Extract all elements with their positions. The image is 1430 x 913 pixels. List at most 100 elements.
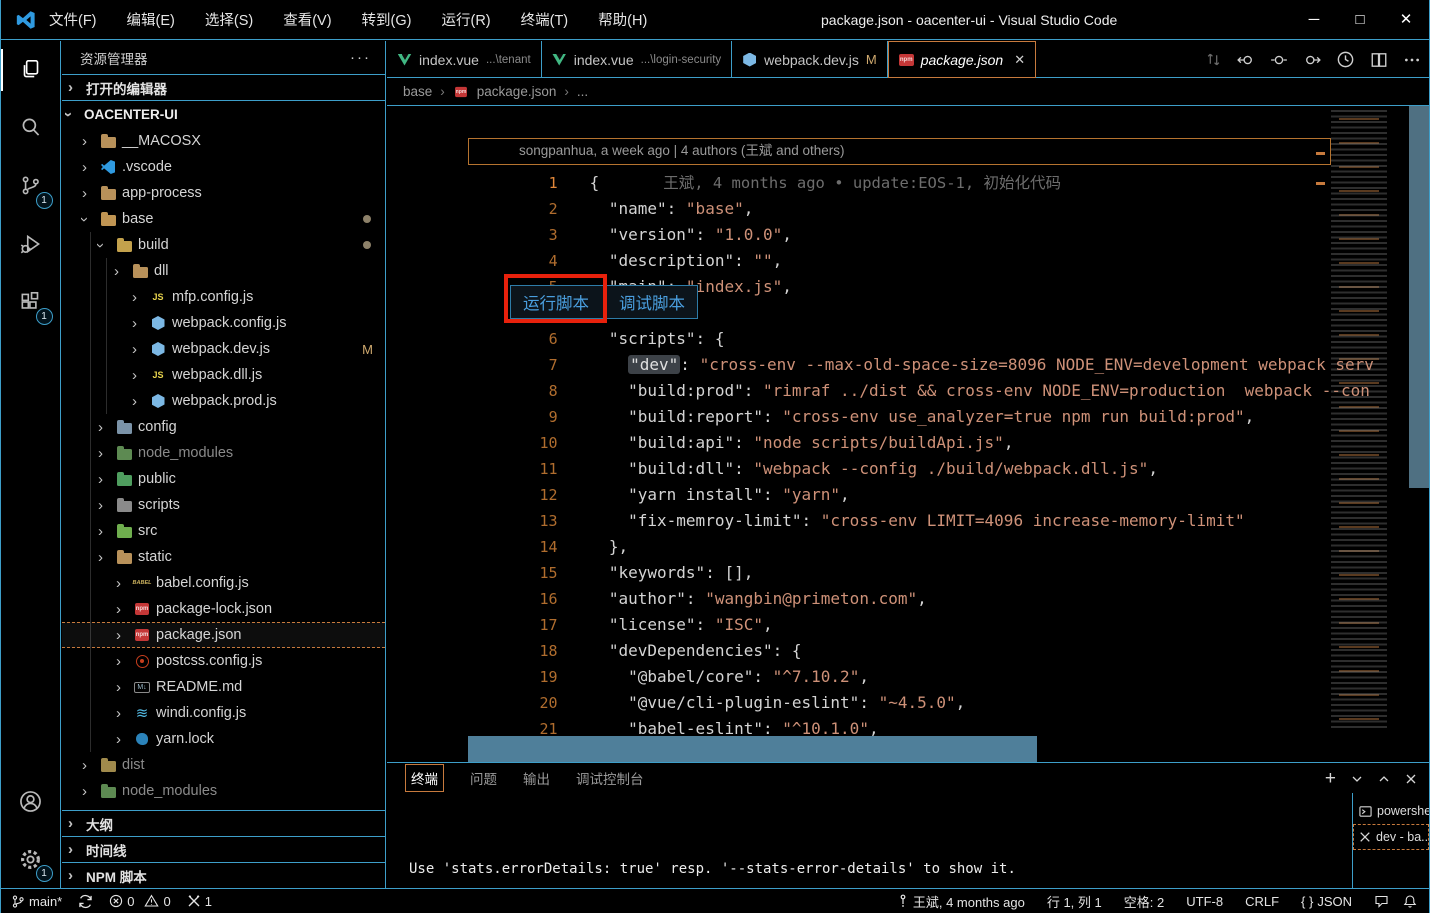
- panel-tab[interactable]: 问题: [470, 768, 497, 788]
- more-actions-icon[interactable]: ···: [350, 49, 371, 66]
- tree-item[interactable]: .vscode: [62, 154, 385, 180]
- code-line: 14 },: [387, 502, 1429, 528]
- panel-tab[interactable]: 调试控制台: [576, 768, 644, 788]
- tab-close-icon[interactable]: ✕: [1014, 52, 1025, 68]
- prev-change-icon[interactable]: [1237, 51, 1255, 69]
- tree-item[interactable]: webpack.config.js: [62, 310, 385, 336]
- status-bar: main* 0 0 1 王斌, 4 months ago 行 1, 列 1 空格…: [1, 888, 1429, 913]
- menu-item[interactable]: 帮助(H): [598, 9, 647, 30]
- scrollbar-thumb[interactable]: [1409, 106, 1429, 488]
- tree-item[interactable]: mfp.config.js: [62, 284, 385, 310]
- open-editors-section[interactable]: 打开的编辑器: [62, 74, 385, 101]
- source-control-icon[interactable]: 1: [1, 157, 61, 215]
- code-line: 4 "description": "",: [387, 216, 1429, 242]
- window-title: package.json - oacenter-ui - Visual Stud…: [647, 12, 1291, 28]
- sidebar-section[interactable]: NPM 脚本: [62, 862, 385, 888]
- sidebar-header: 资源管理器 ···: [62, 41, 385, 74]
- extensions-icon[interactable]: 1: [1, 273, 61, 331]
- tree-item[interactable]: src: [62, 518, 385, 544]
- menu-item[interactable]: 编辑(E): [127, 9, 175, 30]
- tree-item[interactable]: app-process: [62, 180, 385, 206]
- tree-item[interactable]: webpack.dll.js: [62, 362, 385, 388]
- encoding[interactable]: UTF-8: [1186, 894, 1223, 909]
- tree-item[interactable]: README.md: [62, 674, 385, 700]
- problems-indicator[interactable]: 0 0: [109, 894, 170, 909]
- menu-item[interactable]: 终端(T): [521, 9, 569, 30]
- tree-item[interactable]: node_modules: [62, 778, 385, 804]
- close-icon[interactable]: ✕: [1383, 0, 1429, 40]
- explorer-icon[interactable]: [1, 41, 61, 99]
- sidebar-section[interactable]: 时间线: [62, 836, 385, 862]
- tools-indicator[interactable]: 1: [187, 894, 212, 909]
- settings-gear-icon[interactable]: 1: [1, 830, 61, 888]
- tree-item[interactable]: webpack.prod.js: [62, 388, 385, 414]
- tree-item[interactable]: config: [62, 414, 385, 440]
- sidebar-section[interactable]: 大纲: [62, 810, 385, 836]
- code-editor[interactable]: songpanhua, a week ago | 4 authors (王斌 a…: [387, 106, 1429, 762]
- editor-tab[interactable]: index.vue ...\tenant: [387, 41, 542, 78]
- menu-item[interactable]: 查看(V): [283, 9, 331, 30]
- breadcrumb-folder[interactable]: base: [403, 84, 432, 99]
- tree-item[interactable]: public: [62, 466, 385, 492]
- split-editor-icon[interactable]: [1370, 51, 1388, 69]
- maximize-panel-icon[interactable]: [1378, 773, 1390, 785]
- tree-item[interactable]: package.json: [62, 622, 385, 648]
- tree-item[interactable]: dist: [62, 752, 385, 778]
- tree-item[interactable]: build: [62, 232, 385, 258]
- branch-indicator[interactable]: main*: [11, 894, 62, 909]
- chevron-icon: [98, 472, 110, 487]
- notifications-bell-icon[interactable]: [1403, 894, 1417, 909]
- tree-item[interactable]: postcss.config.js: [62, 648, 385, 674]
- menu-item[interactable]: 转到(G): [362, 9, 412, 30]
- git-blame-status[interactable]: 王斌, 4 months ago: [897, 892, 1025, 911]
- workspace-root[interactable]: OACENTER-UI: [62, 101, 385, 128]
- tree-item[interactable]: package-lock.json: [62, 596, 385, 622]
- panel-tab[interactable]: 终端: [405, 764, 444, 792]
- breadcrumb[interactable]: base › package.json › ...: [387, 78, 1429, 106]
- language-mode[interactable]: { } JSON: [1301, 894, 1352, 909]
- tree-item[interactable]: base: [62, 206, 385, 232]
- account-icon[interactable]: [1, 772, 61, 830]
- run-debug-icon[interactable]: [1, 215, 61, 273]
- tree-item[interactable]: yarn.lock: [62, 726, 385, 752]
- menu-item[interactable]: 选择(S): [205, 9, 253, 30]
- eol-sequence[interactable]: CRLF: [1245, 894, 1279, 909]
- breadcrumb-more[interactable]: ...: [577, 84, 588, 99]
- tree-item[interactable]: dll: [62, 258, 385, 284]
- terminal-instance[interactable]: dev - ba... (: [1353, 824, 1429, 850]
- editor-tab[interactable]: package.json ✕: [888, 41, 1036, 78]
- terminal-instance[interactable]: powershell: [1353, 798, 1429, 824]
- editor-tab[interactable]: webpack.dev.js M: [732, 41, 888, 78]
- current-change-icon[interactable]: [1270, 51, 1288, 69]
- next-change-icon[interactable]: [1303, 51, 1321, 69]
- debug-script-link[interactable]: 调试脚本: [619, 290, 685, 314]
- search-icon[interactable]: [1, 99, 61, 157]
- breadcrumb-file[interactable]: package.json: [477, 84, 557, 99]
- timeline-history-icon[interactable]: [1336, 50, 1355, 69]
- tree-item[interactable]: __MACOSX: [62, 128, 385, 154]
- open-changes-icon[interactable]: [1205, 51, 1222, 68]
- tree-item[interactable]: node_modules: [62, 440, 385, 466]
- code-line: 21 "babel-eslint": "^10.1.0",: [387, 684, 1429, 710]
- tree-item[interactable]: babel.config.js: [62, 570, 385, 596]
- more-actions-icon[interactable]: [1403, 51, 1421, 69]
- menu-item[interactable]: 文件(F): [49, 9, 97, 30]
- close-panel-icon[interactable]: [1405, 773, 1417, 785]
- settings-badge: 1: [36, 865, 53, 882]
- editor-tab[interactable]: index.vue ...\login-security: [542, 41, 732, 78]
- sync-button[interactable]: [78, 894, 93, 909]
- cursor-position[interactable]: 行 1, 列 1: [1047, 892, 1102, 911]
- new-terminal-icon[interactable]: +: [1325, 769, 1336, 788]
- tree-item[interactable]: windi.config.js: [62, 700, 385, 726]
- tree-item[interactable]: webpack.dev.js M: [62, 336, 385, 362]
- indentation[interactable]: 空格: 2: [1124, 892, 1164, 911]
- tree-item[interactable]: static: [62, 544, 385, 570]
- feedback-icon[interactable]: [1374, 894, 1389, 908]
- terminal-dropdown-icon[interactable]: [1351, 773, 1363, 785]
- maximize-icon[interactable]: □: [1337, 0, 1383, 40]
- modified-dot-icon: [363, 241, 371, 249]
- menu-item[interactable]: 运行(R): [441, 9, 490, 30]
- minimize-icon[interactable]: ─: [1291, 0, 1337, 40]
- panel-tab[interactable]: 输出: [523, 768, 550, 788]
- tree-item[interactable]: scripts: [62, 492, 385, 518]
